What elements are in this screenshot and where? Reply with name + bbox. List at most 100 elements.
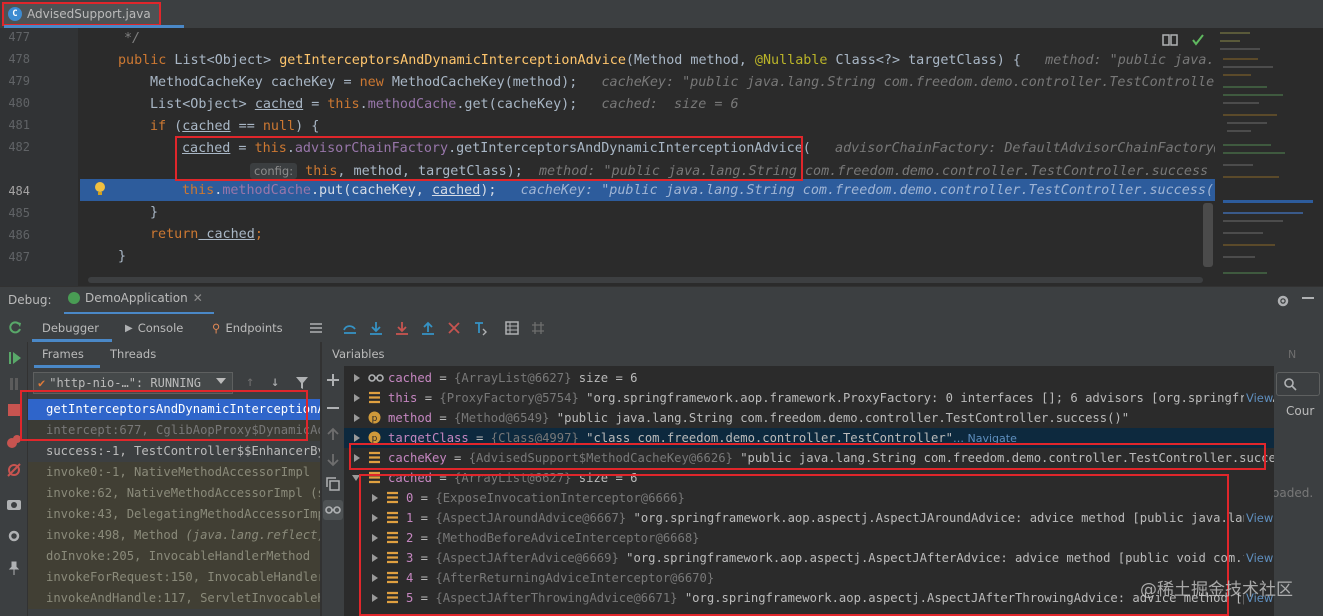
editor-horizontal-scrollbar[interactable]	[88, 277, 1203, 283]
minimize-icon[interactable]	[1302, 297, 1314, 299]
watch-icon	[368, 374, 384, 382]
step-into-icon[interactable]	[394, 320, 410, 336]
step-out-icon[interactable]	[420, 320, 436, 336]
add-watch-icon[interactable]	[325, 372, 341, 388]
show-execution-point-icon[interactable]	[342, 320, 358, 336]
line-number: 478	[8, 52, 30, 66]
editor-tab-label: AdvisedSupport.java	[27, 7, 151, 21]
code-line-486: return cached;	[150, 227, 263, 242]
debugger-toolbar: Debugger ▶ Console ⚲ Endpoints	[0, 314, 1323, 342]
frame-row[interactable]: invoke:43, DelegatingMethodAccessorImpl	[28, 504, 320, 525]
view-link[interactable]: View	[1244, 508, 1274, 528]
frame-row[interactable]: doInvoke:205, InvocableHandlerMethod (o	[28, 546, 320, 567]
layout-menu-icon[interactable]	[308, 320, 324, 336]
editor-vertical-scrollbar[interactable]	[1203, 203, 1213, 267]
editor-tab-advisedsupport[interactable]: C AdvisedSupport.java	[2, 2, 161, 26]
chevron-right-icon[interactable]	[354, 414, 360, 422]
settings-icon[interactable]	[6, 528, 22, 544]
frame-method: invokeForRequest:150, InvocableHandlerMe	[46, 570, 320, 584]
frame-row[interactable]: invoke:62, NativeMethodAccessorImpl (su	[28, 483, 320, 504]
variable-row[interactable]: this = {ProxyFactory@5754} "org.springfr…	[344, 388, 1274, 408]
line-number: 484	[8, 184, 30, 198]
parameter-icon: p	[368, 411, 381, 424]
frame-row[interactable]: invokeForRequest:150, InvocableHandlerMe	[28, 567, 320, 588]
console-partial-text: oaded.	[1274, 486, 1314, 500]
variable-text: method = {Method@6549} "public java.lang…	[388, 411, 1130, 425]
chevron-right-icon[interactable]	[354, 374, 360, 382]
variables-header: Variables	[322, 342, 1323, 366]
variable-name: method	[388, 411, 433, 425]
code-line-478: public List<Object> getInterceptorsAndDy…	[118, 53, 1215, 68]
frame-row[interactable]: invoke0:-1, NativeMethodAccessorImpl (s	[28, 462, 320, 483]
camera-icon[interactable]	[6, 496, 22, 512]
debug-label: Debug:	[8, 293, 52, 307]
frame-package: (java.lang.reflect)	[185, 528, 320, 542]
highlight-box-cached-list	[359, 474, 1229, 616]
line-number: 486	[8, 228, 30, 242]
resume-icon[interactable]	[6, 350, 22, 366]
move-down-icon[interactable]	[325, 452, 341, 468]
line-number-gutter[interactable]: 477 478 479 480 481 482 484 485 486 487	[0, 28, 78, 286]
frame-row[interactable]: invokeAndHandle:117, ServletInvocableHa	[28, 588, 320, 609]
frame-method: success:-1, TestController$$EnhancerBySp…	[46, 444, 320, 458]
frames-tabs: Frames Threads	[28, 342, 320, 368]
frame-method: doInvoke:205, InvocableHandlerMethod (o	[46, 549, 320, 563]
variable-name: this	[388, 391, 418, 405]
view-link[interactable]: View	[1244, 388, 1274, 408]
check-icon: ✔	[38, 376, 46, 390]
filter-icon[interactable]	[296, 376, 308, 390]
pin-icon[interactable]	[6, 560, 22, 576]
move-up-icon[interactable]	[325, 426, 341, 442]
variable-row[interactable]: cached = {ArrayList@6627} size = 6	[344, 368, 1274, 388]
step-over-icon[interactable]	[368, 320, 384, 336]
line-number: 479	[8, 74, 30, 88]
frame-method: invoke:43, DelegatingMethodAccessorImpl	[46, 507, 320, 521]
variable-name: cached	[388, 371, 433, 385]
view-link[interactable]: View	[1244, 548, 1274, 568]
show-watches-toggle[interactable]	[323, 500, 343, 520]
panel-label: N	[1288, 348, 1297, 361]
chevron-right-icon[interactable]	[354, 434, 360, 442]
thread-selector-value: "http-nio-…": RUNNING	[49, 376, 201, 390]
chevron-right-icon[interactable]	[354, 394, 360, 402]
tab-console[interactable]: ▶ Console	[125, 321, 183, 335]
remove-watch-icon[interactable]	[325, 400, 341, 416]
frame-row[interactable]: invoke:498, Method (java.lang.reflect)	[28, 525, 320, 546]
debug-session-tab[interactable]: DemoApplication ✕	[68, 291, 203, 305]
code-minimap[interactable]	[1215, 28, 1323, 286]
search-field[interactable]	[1276, 372, 1320, 396]
arrow-down-icon[interactable]: ↓	[271, 374, 279, 390]
drop-frame-icon[interactable]	[446, 320, 462, 336]
variable-row[interactable]: p method = {Method@6549} "public java.lan…	[344, 408, 1274, 428]
copy-icon[interactable]	[325, 476, 341, 492]
variable-text: cached = {ArrayList@6627} size = 6	[388, 371, 638, 385]
tab-endpoints[interactable]: ⚲ Endpoints	[212, 321, 283, 335]
frame-row[interactable]: success:-1, TestController$$EnhancerBySp…	[28, 441, 320, 462]
gear-icon[interactable]	[1276, 294, 1290, 308]
chevron-down-icon	[216, 378, 226, 384]
lightbulb-icon[interactable]	[94, 181, 106, 197]
rerun-icon[interactable]	[7, 320, 23, 336]
tab-console-label: Console	[137, 321, 184, 335]
highlight-box-frames	[20, 390, 308, 441]
highlight-box-cachekey	[349, 443, 1266, 470]
trace-icon[interactable]	[530, 320, 546, 336]
evaluate-expression-icon[interactable]	[504, 320, 520, 336]
variable-type: {ArrayList@6627}	[454, 371, 572, 385]
code-line-480: List<Object> cached = this.methodCache.g…	[150, 97, 739, 112]
checkmark-icon[interactable]	[1191, 33, 1205, 47]
close-icon[interactable]: ✕	[193, 291, 203, 305]
line-number: 487	[8, 250, 30, 264]
run-to-cursor-icon[interactable]	[472, 320, 488, 336]
tab-frames[interactable]: Frames	[42, 347, 84, 361]
mute-breakpoints-icon[interactable]	[6, 462, 22, 478]
arrow-up-icon[interactable]: ↑	[246, 374, 254, 390]
code-editor[interactable]: 477 478 479 480 481 482 484 485 486 487 …	[0, 28, 1215, 286]
tab-debugger[interactable]: Debugger	[42, 321, 99, 335]
frames-tab-underline	[34, 365, 100, 368]
line-number: 485	[8, 206, 30, 220]
frame-method: invokeAndHandle:117, ServletInvocableHa	[46, 591, 320, 605]
tab-threads[interactable]: Threads	[110, 347, 156, 361]
line-number: 477	[8, 30, 30, 44]
reader-mode-icon[interactable]	[1162, 33, 1178, 47]
